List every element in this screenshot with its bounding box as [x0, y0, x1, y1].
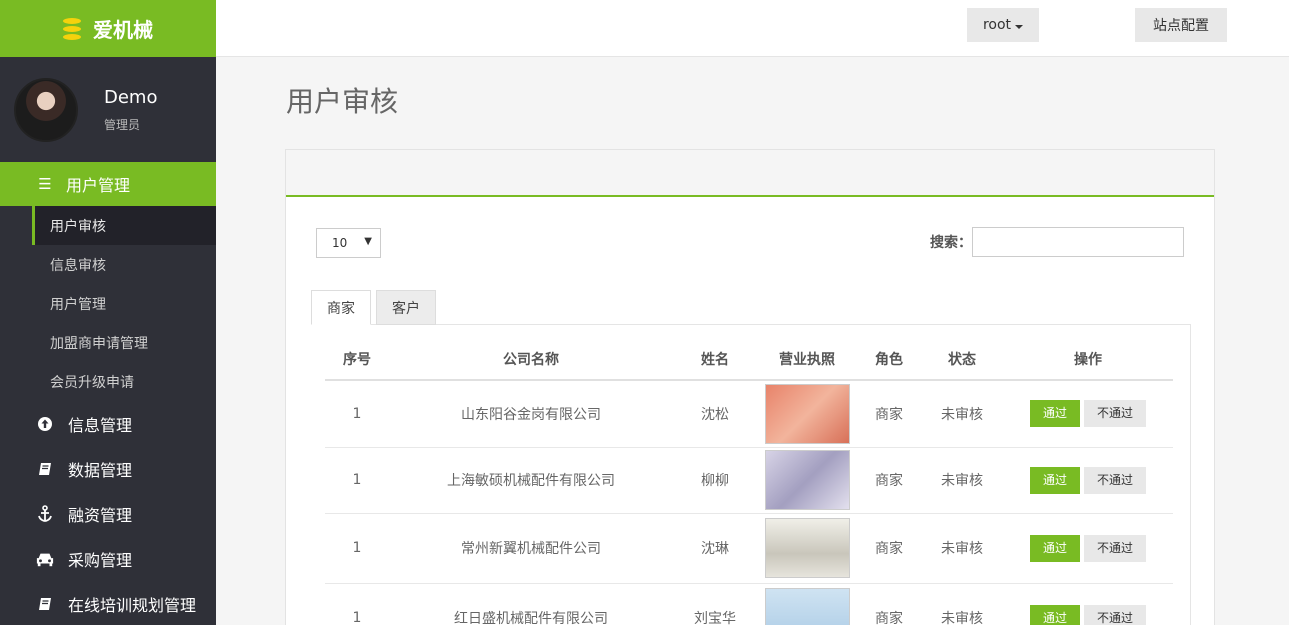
book-icon — [36, 596, 54, 612]
col-header-no[interactable]: 序号 — [325, 338, 389, 381]
car-icon — [36, 551, 54, 567]
menu-label: 融资管理 — [68, 505, 133, 525]
reject-button[interactable]: 不通过 — [1084, 466, 1146, 494]
menu-finance-management[interactable]: 融资管理 — [0, 491, 216, 536]
menu-label: 信息管理 — [68, 415, 133, 435]
menu-training-management[interactable]: 在线培训规划管理 — [0, 581, 216, 625]
col-header-actions: 操作 — [1003, 338, 1173, 381]
cell-no: 1 — [325, 513, 389, 584]
col-header-license[interactable]: 营业执照 — [757, 338, 857, 381]
table-row: 1 常州新翼机械配件公司 沈琳 商家 未审核 通过 不通过 — [325, 513, 1173, 584]
approve-button[interactable]: 通过 — [1030, 604, 1080, 625]
col-header-role[interactable]: 角色 — [857, 338, 921, 381]
license-image[interactable] — [764, 588, 850, 625]
col-header-company[interactable]: 公司名称 — [389, 338, 673, 381]
table-row: 1 上海敏硕机械配件有限公司 柳柳 商家 未审核 通过 不通过 — [325, 447, 1173, 514]
col-header-name[interactable]: 姓名 — [673, 338, 757, 381]
table-row: 1 红日盛机械配件有限公司 刘宝华 商家 未审核 通过 不通过 — [325, 583, 1173, 625]
approve-button[interactable]: 通过 — [1030, 466, 1080, 494]
reject-button[interactable]: 不通过 — [1084, 400, 1146, 428]
submenu-franchise-applications[interactable]: 加盟商申请管理 — [0, 323, 216, 362]
license-image[interactable] — [764, 518, 850, 578]
table-header-row: 序号 公司名称 姓名 营业执照 角色 状态 操作 — [325, 338, 1173, 381]
brand-logo[interactable]: 爱机械 — [0, 0, 216, 57]
col-header-status[interactable]: 状态 — [921, 338, 1003, 381]
menu-bars-icon: ☰ — [38, 175, 52, 193]
brand-name: 爱机械 — [93, 18, 153, 42]
page-title: 用户审核 — [286, 85, 399, 118]
profile-name: Demo — [104, 86, 158, 108]
submenu-info-review[interactable]: 信息审核 — [0, 245, 216, 284]
cell-company: 常州新翼机械配件公司 — [389, 513, 673, 584]
cell-no: 1 — [325, 380, 389, 448]
cell-name: 刘宝华 — [673, 583, 757, 625]
book-icon — [36, 461, 54, 477]
submenu-user-review[interactable]: 用户审核 — [32, 206, 216, 245]
menu-label: 采购管理 — [68, 550, 133, 570]
cell-role: 商家 — [857, 447, 921, 514]
menu-label: 数据管理 — [68, 460, 133, 480]
cell-name: 柳柳 — [673, 447, 757, 514]
menu-purchase-management[interactable]: 采购管理 — [0, 536, 216, 581]
menu-label: 在线培训规划管理 — [68, 595, 197, 615]
cell-name: 沈松 — [673, 380, 757, 448]
reject-button[interactable]: 不通过 — [1084, 534, 1146, 562]
avatar[interactable] — [14, 77, 78, 142]
reject-button[interactable]: 不通过 — [1084, 604, 1146, 625]
cell-status: 未审核 — [921, 447, 1003, 514]
menu-group-user-management: ☰ 用户管理 用户审核 信息审核 用户管理 加盟商申请管理 会员升级申请 — [0, 162, 216, 401]
menu-label: 用户管理 — [66, 176, 131, 195]
table-wrap: 序号 公司名称 姓名 营业执照 角色 状态 操作 1 山东阳谷金岗有限公司 沈松… — [285, 149, 1215, 625]
cell-name: 沈琳 — [673, 513, 757, 584]
cell-status: 未审核 — [921, 513, 1003, 584]
menu-data-management[interactable]: 数据管理 — [0, 446, 216, 491]
user-menu-button[interactable]: root — [967, 8, 1039, 42]
cell-company: 上海敏硕机械配件有限公司 — [389, 447, 673, 514]
cell-role: 商家 — [857, 583, 921, 625]
caret-down-icon — [1015, 24, 1024, 29]
cell-role: 商家 — [857, 380, 921, 448]
cell-status: 未审核 — [921, 583, 1003, 625]
database-icon — [63, 17, 81, 40]
menu-info-management[interactable]: 信息管理 — [0, 401, 216, 446]
menu-user-management[interactable]: ☰ 用户管理 — [0, 162, 216, 206]
review-table: 序号 公司名称 姓名 营业执照 角色 状态 操作 1 山东阳谷金岗有限公司 沈松… — [325, 338, 1173, 625]
cell-company: 红日盛机械配件有限公司 — [389, 583, 673, 625]
profile-role: 管理员 — [104, 117, 141, 132]
top-header: root 站点配置 — [216, 0, 1289, 57]
cell-no: 1 — [325, 583, 389, 625]
user-menu-label: root — [982, 17, 1012, 33]
cell-role: 商家 — [857, 513, 921, 584]
sidebar: 爱机械 Demo 管理员 ☰ 用户管理 用户审核 信息审核 用户管理 加盟商申请… — [0, 0, 216, 625]
cell-no: 1 — [325, 447, 389, 514]
site-config-button[interactable]: 站点配置 — [1135, 8, 1227, 42]
cell-status: 未审核 — [921, 380, 1003, 448]
anchor-icon — [36, 504, 54, 523]
table-row: 1 山东阳谷金岗有限公司 沈松 商家 未审核 通过 不通过 — [325, 380, 1173, 448]
submenu-user-management[interactable]: 用户管理 — [0, 284, 216, 323]
arrow-up-circle-icon — [36, 416, 54, 432]
submenu-member-upgrade[interactable]: 会员升级申请 — [0, 362, 216, 401]
cell-company: 山东阳谷金岗有限公司 — [389, 380, 673, 448]
license-image[interactable] — [764, 383, 850, 444]
user-profile: Demo 管理员 — [0, 57, 216, 162]
approve-button[interactable]: 通过 — [1030, 534, 1080, 562]
approve-button[interactable]: 通过 — [1030, 400, 1080, 428]
license-image[interactable] — [764, 450, 850, 510]
